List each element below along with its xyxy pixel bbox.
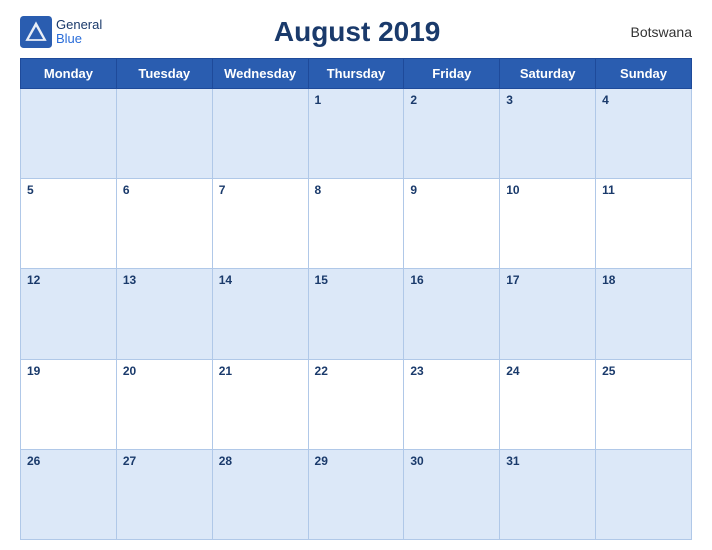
day-number: 24	[506, 364, 519, 378]
day-number: 9	[410, 183, 417, 197]
calendar-day-cell: 6	[116, 179, 212, 269]
day-number: 21	[219, 364, 232, 378]
calendar-day-cell: 25	[596, 359, 692, 449]
day-number: 10	[506, 183, 519, 197]
calendar-day-cell: 31	[500, 449, 596, 539]
day-number: 6	[123, 183, 130, 197]
day-number: 14	[219, 273, 232, 287]
calendar-day-cell: 11	[596, 179, 692, 269]
calendar-day-cell: 29	[308, 449, 404, 539]
calendar-day-cell: 3	[500, 89, 596, 179]
header-saturday: Saturday	[500, 59, 596, 89]
day-number: 22	[315, 364, 328, 378]
calendar-day-cell: 27	[116, 449, 212, 539]
calendar-day-cell: 19	[21, 359, 117, 449]
day-number: 25	[602, 364, 615, 378]
calendar-day-cell: 2	[404, 89, 500, 179]
calendar-week-row: 26 27 28 29 30 31	[21, 449, 692, 539]
header-tuesday: Tuesday	[116, 59, 212, 89]
day-number: 12	[27, 273, 40, 287]
day-number: 3	[506, 93, 513, 107]
calendar-day-cell: 16	[404, 269, 500, 359]
calendar-day-cell: 15	[308, 269, 404, 359]
header-monday: Monday	[21, 59, 117, 89]
day-number: 20	[123, 364, 136, 378]
day-number: 17	[506, 273, 519, 287]
logo-text: General Blue	[56, 18, 102, 47]
calendar-day-cell	[21, 89, 117, 179]
logo: General Blue	[20, 16, 102, 48]
calendar-day-cell: 17	[500, 269, 596, 359]
calendar-day-cell: 23	[404, 359, 500, 449]
day-number: 28	[219, 454, 232, 468]
day-number: 19	[27, 364, 40, 378]
header-sunday: Sunday	[596, 59, 692, 89]
calendar-day-cell: 13	[116, 269, 212, 359]
day-number: 16	[410, 273, 423, 287]
day-number: 15	[315, 273, 328, 287]
day-number: 30	[410, 454, 423, 468]
calendar-day-cell: 5	[21, 179, 117, 269]
day-number: 2	[410, 93, 417, 107]
calendar-day-cell: 28	[212, 449, 308, 539]
header-friday: Friday	[404, 59, 500, 89]
day-number: 1	[315, 93, 322, 107]
month-title: August 2019	[102, 16, 612, 48]
calendar-day-cell: 10	[500, 179, 596, 269]
calendar-day-cell: 26	[21, 449, 117, 539]
calendar-day-cell: 24	[500, 359, 596, 449]
day-number: 27	[123, 454, 136, 468]
calendar-week-row: 19 20 21 22 23 24 25	[21, 359, 692, 449]
day-number: 23	[410, 364, 423, 378]
calendar-day-cell: 18	[596, 269, 692, 359]
calendar-week-row: 1 2 3 4	[21, 89, 692, 179]
day-number: 7	[219, 183, 226, 197]
calendar-table: Monday Tuesday Wednesday Thursday Friday…	[20, 58, 692, 540]
header: General Blue August 2019 Botswana	[20, 10, 692, 50]
calendar-day-cell: 9	[404, 179, 500, 269]
day-number: 31	[506, 454, 519, 468]
day-number: 4	[602, 93, 609, 107]
calendar-day-cell: 14	[212, 269, 308, 359]
calendar-day-cell: 1	[308, 89, 404, 179]
header-thursday: Thursday	[308, 59, 404, 89]
weekday-header-row: Monday Tuesday Wednesday Thursday Friday…	[21, 59, 692, 89]
country-label: Botswana	[612, 24, 692, 40]
calendar-day-cell	[596, 449, 692, 539]
calendar-day-cell: 4	[596, 89, 692, 179]
calendar-day-cell: 21	[212, 359, 308, 449]
day-number: 8	[315, 183, 322, 197]
day-number: 11	[602, 183, 615, 197]
calendar-day-cell: 7	[212, 179, 308, 269]
day-number: 5	[27, 183, 34, 197]
calendar-day-cell: 22	[308, 359, 404, 449]
calendar-day-cell	[116, 89, 212, 179]
day-number: 18	[602, 273, 615, 287]
logo-icon	[20, 16, 52, 48]
calendar-day-cell: 8	[308, 179, 404, 269]
calendar-day-cell: 12	[21, 269, 117, 359]
calendar-day-cell: 20	[116, 359, 212, 449]
calendar-day-cell	[212, 89, 308, 179]
day-number: 26	[27, 454, 40, 468]
calendar-week-row: 5 6 7 8 9 10 11	[21, 179, 692, 269]
day-number: 13	[123, 273, 136, 287]
calendar-week-row: 12 13 14 15 16 17 18	[21, 269, 692, 359]
header-wednesday: Wednesday	[212, 59, 308, 89]
calendar-day-cell: 30	[404, 449, 500, 539]
day-number: 29	[315, 454, 328, 468]
